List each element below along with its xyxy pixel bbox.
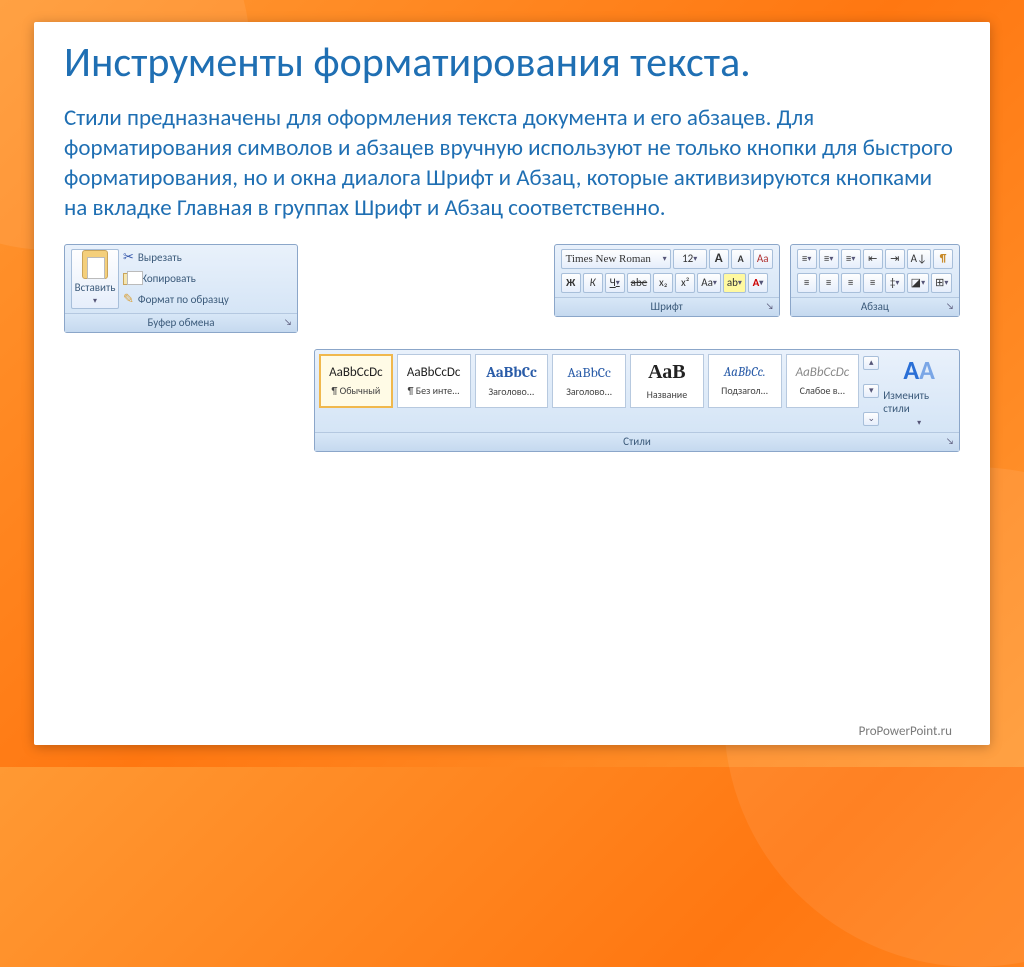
style-label: Слабое в...: [788, 384, 856, 397]
font-group-label: Шрифт ↘: [555, 297, 779, 316]
align-right-button[interactable]: ≡: [841, 273, 861, 293]
multilevel-button[interactable]: ≡▾: [841, 249, 861, 269]
style-card[interactable]: АаВ Название: [630, 354, 704, 408]
clipboard-group: Вставить ▾ ✂ Вырезать Копировать: [64, 244, 298, 333]
style-card[interactable]: AaBbCcDc ¶ Обычный: [319, 354, 393, 408]
shading-button[interactable]: ◪▾: [907, 273, 929, 293]
dialog-launcher-icon[interactable]: ↘: [944, 301, 956, 313]
underline-button[interactable]: Ч▾: [605, 273, 625, 293]
italic-button[interactable]: К: [583, 273, 603, 293]
increase-indent-button[interactable]: ⇥: [885, 249, 905, 269]
style-sample: AaBbCc.: [724, 365, 766, 380]
sort-button[interactable]: A↓: [907, 249, 931, 269]
format-painter-label: Формат по образцу: [138, 293, 229, 306]
grow-font-button[interactable]: A: [709, 249, 729, 269]
change-case-button[interactable]: Aa▾: [697, 273, 721, 293]
line-spacing-button[interactable]: ‡▾: [885, 273, 905, 293]
subscript-button[interactable]: x₂: [653, 273, 673, 293]
dialog-launcher-icon[interactable]: ↘: [282, 317, 294, 329]
chevron-down-icon: ▾: [93, 296, 97, 306]
style-label: ¶ Без инте...: [400, 384, 468, 397]
change-styles-button[interactable]: AA Изменить стили ▾: [883, 354, 955, 428]
style-card[interactable]: AaBbCcDc ¶ Без инте...: [397, 354, 471, 408]
highlight-button[interactable]: ab▾: [723, 273, 746, 293]
superscript-button[interactable]: x²: [675, 273, 695, 293]
align-left-button[interactable]: ≡: [797, 273, 817, 293]
style-sample: AaBbCc: [567, 364, 611, 381]
watermark: ProPowerPoint.ru: [859, 724, 952, 739]
copy-icon: [123, 273, 137, 285]
chevron-down-icon: ▾: [917, 418, 921, 428]
style-card[interactable]: AaBbCc. Подзагол...: [708, 354, 782, 408]
copy-label: Копировать: [141, 272, 196, 285]
style-label: Заголово...: [477, 385, 545, 398]
paragraph-group-label: Абзац ↘: [791, 297, 959, 316]
style-sample: AaBbCcDc: [329, 365, 383, 380]
styles-scroll[interactable]: ▴▾⌄: [863, 354, 879, 428]
paste-button[interactable]: Вставить ▾: [71, 249, 119, 309]
font-color-button[interactable]: A▾: [748, 273, 768, 293]
cut-button[interactable]: ✂ Вырезать: [123, 249, 229, 267]
style-card[interactable]: AaBbCc Заголово...: [552, 354, 626, 408]
brush-icon: ✎: [123, 292, 134, 307]
change-styles-label: Изменить стили: [883, 389, 955, 415]
style-card[interactable]: AaBbCcDc Слабое в...: [786, 354, 860, 408]
slide-title: Инструменты форматирования текста.: [64, 40, 960, 86]
style-sample: AaBbCc: [486, 363, 537, 381]
paragraph-group: ≡▾ ≡▾ ≡▾ ⇤ ⇥ A↓ ¶ ≡ ≡ ≡ ≡: [790, 244, 960, 317]
align-center-button[interactable]: ≡: [819, 273, 839, 293]
style-sample: AaBbCcDc: [407, 365, 461, 380]
style-sample: AaBbCcDc: [796, 365, 850, 380]
format-painter-button[interactable]: ✎ Формат по образцу: [123, 291, 229, 309]
style-card[interactable]: AaBbCc Заголово...: [475, 354, 549, 408]
font-name-combo[interactable]: Times New Roman▾: [561, 249, 671, 269]
cut-label: Вырезать: [138, 251, 182, 264]
styles-group-label: Стили ↘: [315, 432, 959, 451]
change-styles-icon: AA: [903, 354, 935, 386]
font-size-combo[interactable]: 12▾: [673, 249, 707, 269]
clear-formatting-button[interactable]: Aa: [753, 249, 773, 269]
decrease-indent-button[interactable]: ⇤: [863, 249, 883, 269]
clipboard-icon: [82, 250, 108, 279]
paste-label: Вставить: [75, 281, 116, 294]
justify-button[interactable]: ≡: [863, 273, 883, 293]
styles-group: AaBbCcDc¶ ОбычныйAaBbCcDc¶ Без инте...Aa…: [314, 349, 960, 452]
clipboard-group-label: Буфер обмена ↘: [65, 313, 297, 332]
dialog-launcher-icon[interactable]: ↘: [944, 436, 956, 448]
slide: Инструменты форматирования текста. Стили…: [34, 22, 990, 745]
slide-body: Стили предназначены для оформления текст…: [64, 104, 960, 224]
scissors-icon: ✂: [123, 250, 134, 265]
font-group: Times New Roman▾ 12▾ A A Aa Ж К Ч▾ abe x…: [554, 244, 780, 317]
style-label: Подзагол...: [711, 384, 779, 397]
dialog-launcher-icon[interactable]: ↘: [764, 301, 776, 313]
style-label: ¶ Обычный: [322, 384, 390, 397]
bold-button[interactable]: Ж: [561, 273, 581, 293]
style-sample: АаВ: [648, 360, 686, 384]
borders-button[interactable]: ⊞▾: [931, 273, 952, 293]
shrink-font-button[interactable]: A: [731, 249, 751, 269]
strikethrough-button[interactable]: abe: [627, 273, 652, 293]
numbering-button[interactable]: ≡▾: [819, 249, 839, 269]
bullets-button[interactable]: ≡▾: [797, 249, 817, 269]
show-marks-button[interactable]: ¶: [933, 249, 953, 269]
style-label: Заголово...: [555, 385, 623, 398]
copy-button[interactable]: Копировать: [123, 270, 229, 288]
style-label: Название: [633, 388, 701, 401]
